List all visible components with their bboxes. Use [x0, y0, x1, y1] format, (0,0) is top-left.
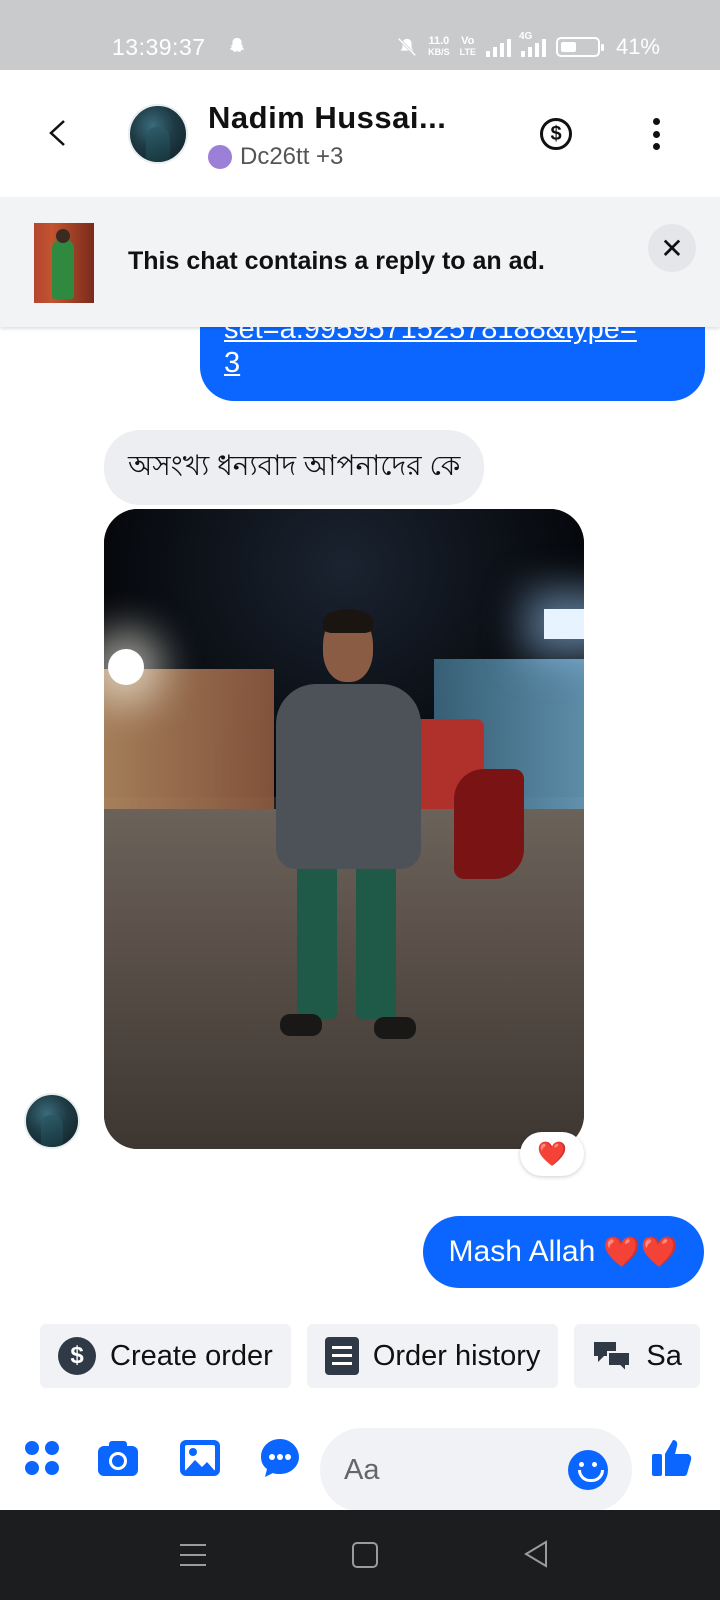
- like-thumb-icon[interactable]: [650, 1436, 694, 1480]
- contact-subtitle: Dc26tt +3: [208, 143, 343, 171]
- outgoing-message-text: Mash Allah: [448, 1235, 596, 1268]
- volte-top: Vo: [461, 35, 475, 47]
- saved-replies-label: Sa: [646, 1339, 682, 1372]
- payment-dollar-icon[interactable]: $: [540, 118, 572, 150]
- message-composer: [0, 1410, 720, 1512]
- system-back-icon[interactable]: [524, 1540, 548, 1568]
- camera-icon[interactable]: [96, 1436, 140, 1480]
- create-order-label: Create order: [110, 1339, 273, 1372]
- create-order-button[interactable]: $ Create order: [40, 1324, 291, 1388]
- mute-icon: [397, 37, 417, 57]
- battery-percent: 41%: [615, 34, 660, 59]
- heart-emoji: ❤️❤️: [603, 1235, 678, 1269]
- document-icon: [324, 1337, 359, 1375]
- status-time: 13:39:37: [112, 34, 206, 60]
- signal-icon: [485, 37, 511, 57]
- order-history-button[interactable]: Order history: [306, 1324, 559, 1388]
- net-type: 4G: [518, 31, 533, 42]
- contact-label[interactable]: Dc26tt +3: [240, 143, 343, 171]
- sender-avatar[interactable]: [24, 1093, 80, 1149]
- ad-thumbnail[interactable]: [34, 223, 94, 303]
- message-input-field[interactable]: [320, 1428, 632, 1512]
- gallery-icon[interactable]: [178, 1436, 222, 1480]
- order-history-label: Order history: [372, 1339, 541, 1372]
- status-bar: 13:39:37 11.0 KB/S Vo LTE 4G 41%: [0, 0, 720, 70]
- system-navigation-bar: [0, 1510, 720, 1600]
- menu-grid-icon[interactable]: [20, 1436, 64, 1480]
- heart-reaction-icon[interactable]: ❤️: [520, 1132, 584, 1176]
- dollar-icon: $: [58, 1337, 96, 1375]
- emoji-icon[interactable]: [568, 1450, 608, 1490]
- close-icon[interactable]: ✕: [648, 224, 696, 272]
- message-input[interactable]: [344, 1428, 544, 1512]
- battery-icon: [555, 37, 604, 57]
- chat-header: Nadim Hussai... Dc26tt +3 $: [0, 70, 720, 197]
- quick-actions-bar: $ Create order Order history Sa: [40, 1324, 700, 1388]
- chat-bubbles-icon: [594, 1342, 632, 1374]
- ad-reply-banner: This chat contains a reply to an ad. ✕: [0, 197, 720, 327]
- signal-4g-icon: 4G: [519, 31, 546, 57]
- snapchat-icon: [229, 37, 245, 53]
- chat-options-icon[interactable]: [258, 1436, 302, 1480]
- link-text-line2[interactable]: 3: [224, 346, 681, 380]
- net-speed-value: 11.0: [428, 35, 450, 47]
- incoming-text-message[interactable]: অসংখ্য ধন্যবাদ আপনাদের কে: [104, 430, 485, 505]
- volte-bottom: LTE: [459, 47, 476, 57]
- saved-replies-button[interactable]: Sa: [574, 1324, 700, 1388]
- contact-avatar[interactable]: [128, 104, 188, 164]
- ad-banner-text: This chat contains a reply to an ad.: [128, 247, 545, 275]
- label-dot-icon: [208, 145, 232, 169]
- more-options-icon[interactable]: [652, 118, 660, 150]
- volte-indicator: Vo LTE: [460, 36, 476, 58]
- contact-name[interactable]: Nadim Hussai...: [208, 100, 446, 136]
- net-speed-unit: KB/S: [428, 47, 450, 57]
- home-icon[interactable]: [352, 1542, 378, 1568]
- net-speed: 11.0 KB/S: [428, 36, 450, 58]
- incoming-photo-message[interactable]: [104, 509, 584, 1149]
- back-arrow-icon[interactable]: [46, 118, 68, 148]
- recent-apps-icon[interactable]: [180, 1544, 206, 1566]
- outgoing-text-message[interactable]: Mash Allah ❤️❤️: [422, 1216, 704, 1288]
